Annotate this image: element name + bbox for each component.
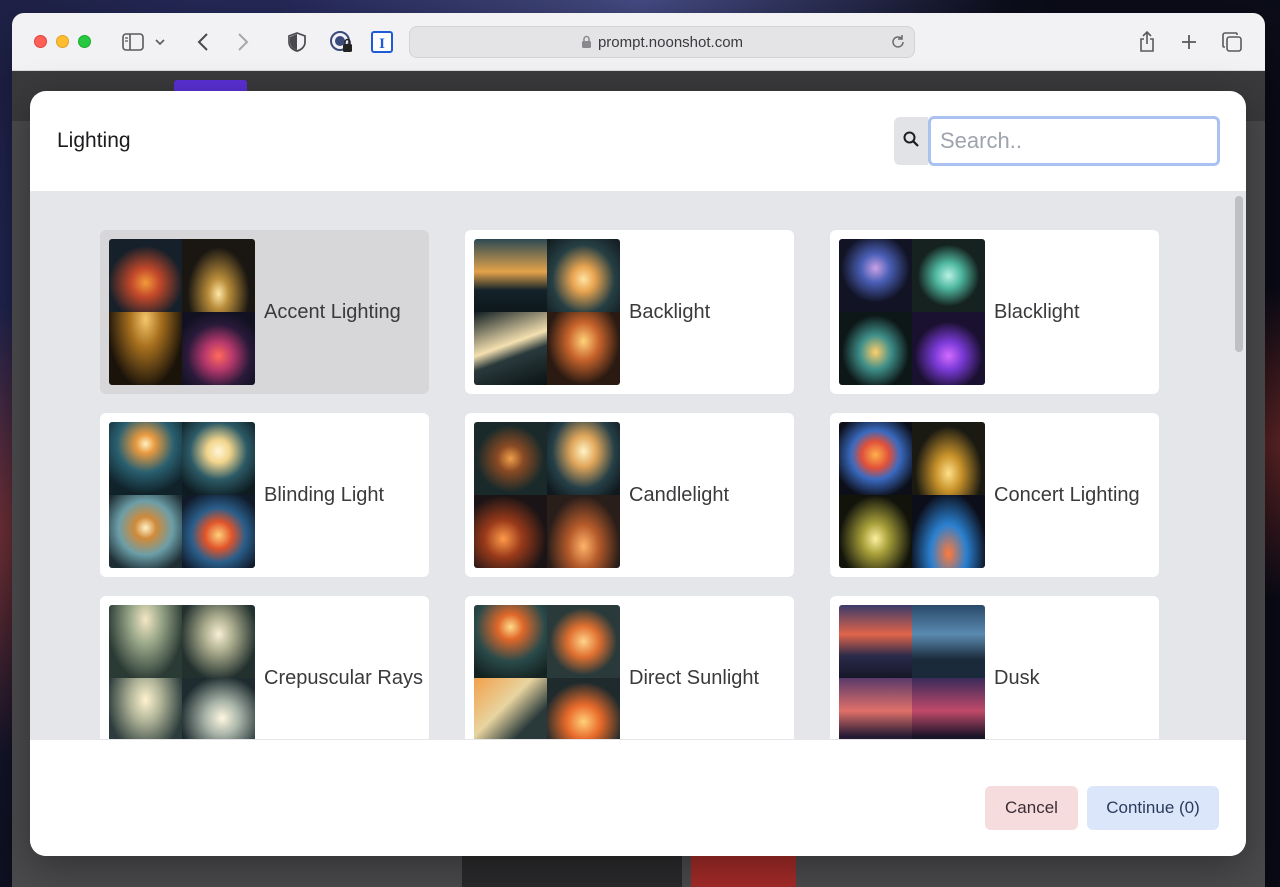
card-label: Concert Lighting	[994, 483, 1140, 506]
password-extension-icon[interactable]	[329, 30, 353, 54]
card-label: Accent Lighting	[264, 300, 401, 323]
card-thumbnail	[839, 605, 985, 739]
card-direct-sunlight[interactable]: Direct Sunlight	[465, 596, 794, 739]
search-button[interactable]	[894, 117, 928, 165]
cancel-button[interactable]: Cancel	[985, 786, 1078, 830]
card-label: Direct Sunlight	[629, 666, 760, 689]
new-tab-plus-icon[interactable]	[1177, 30, 1201, 54]
card-blacklight[interactable]: Blacklight	[830, 230, 1159, 394]
zoom-window-button[interactable]	[78, 35, 91, 48]
modal-header: Lighting	[30, 91, 1246, 192]
card-thumbnail	[109, 605, 255, 739]
vertical-scrollbar[interactable]	[1235, 196, 1243, 736]
card-thumbnail	[474, 422, 620, 568]
modal-title: Lighting	[57, 129, 131, 152]
card-label: Dusk	[994, 666, 1040, 689]
share-icon[interactable]	[1135, 30, 1159, 54]
reload-icon[interactable]	[890, 34, 906, 54]
instapaper-extension-icon[interactable]: I	[370, 30, 394, 54]
search-input[interactable]	[928, 116, 1220, 166]
card-dusk[interactable]: Dusk	[830, 596, 1159, 739]
card-thumbnail	[109, 239, 255, 385]
card-label: Crepuscular Rays	[264, 666, 423, 689]
minimize-window-button[interactable]	[56, 35, 69, 48]
modal-body: Accent Lighting Backlight Blacklight Bli…	[30, 192, 1246, 739]
sidebar-toggle-icon[interactable]	[121, 30, 145, 54]
chevron-down-icon[interactable]	[152, 30, 168, 54]
card-label: Blinding Light	[264, 483, 385, 506]
modal-footer: Cancel Continue (0)	[30, 739, 1246, 856]
card-concert-lighting[interactable]: Concert Lighting	[830, 413, 1159, 577]
scrollbar-thumb[interactable]	[1235, 196, 1243, 352]
window-controls	[34, 35, 91, 48]
page-button-dimmed	[462, 851, 682, 887]
close-window-button[interactable]	[34, 35, 47, 48]
address-url: prompt.noonshot.com	[597, 33, 744, 51]
tab-overview-icon[interactable]	[1220, 30, 1244, 54]
search-group	[894, 116, 1220, 166]
continue-button[interactable]: Continue (0)	[1087, 786, 1219, 830]
card-thumbnail	[109, 422, 255, 568]
back-arrow-icon[interactable]	[191, 30, 215, 54]
page-button-red-dimmed	[691, 851, 796, 887]
card-thumbnail	[474, 239, 620, 385]
card-accent-lighting[interactable]: Accent Lighting	[100, 230, 429, 394]
search-icon	[903, 131, 919, 152]
card-backlight[interactable]: Backlight	[465, 230, 794, 394]
lighting-modal: Lighting Accent Lighting	[30, 91, 1246, 856]
card-candlelight[interactable]: Candlelight	[465, 413, 794, 577]
card-thumbnail	[839, 422, 985, 568]
forward-arrow-icon[interactable]	[231, 30, 255, 54]
shield-icon[interactable]	[285, 30, 309, 54]
card-label: Blacklight	[994, 300, 1080, 323]
svg-text:I: I	[379, 36, 385, 52]
card-blinding-light[interactable]: Blinding Light	[100, 413, 429, 577]
card-label: Candlelight	[629, 483, 730, 506]
browser-toolbar: I prompt.noonshot.com	[12, 13, 1265, 71]
card-thumbnail	[839, 239, 985, 385]
address-bar[interactable]: prompt.noonshot.com	[409, 26, 915, 58]
card-crepuscular-rays[interactable]: Crepuscular Rays	[100, 596, 429, 739]
card-thumbnail	[474, 605, 620, 739]
lock-icon	[581, 35, 592, 49]
card-label: Backlight	[629, 300, 711, 323]
